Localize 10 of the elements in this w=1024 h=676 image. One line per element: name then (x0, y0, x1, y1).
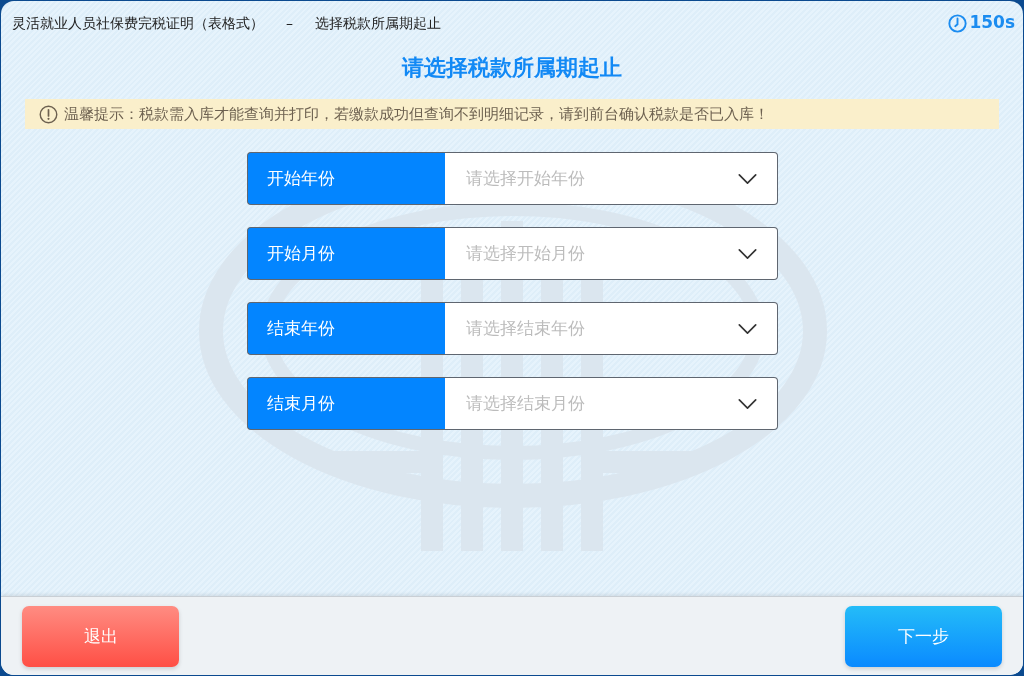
page-heading: 请选择税款所属期起止 (402, 53, 622, 82)
exclamation-circle-icon (39, 104, 58, 124)
page-subtitle: 选择税款所属期起止 (315, 13, 441, 33)
exit-button[interactable]: 退出 (22, 606, 179, 667)
countdown-timer: 150s (969, 11, 1015, 35)
notice-text: 温馨提示：税款需入库才能查询并打印，若缴款成功但查询不到明细记录，请到前台确认税款是否已入库！ (64, 103, 769, 125)
clock-icon (948, 13, 968, 33)
next-button[interactable]: 下一步 (845, 606, 1002, 667)
title-separator: – (286, 13, 293, 33)
page-title: 灵活就业人员社保费完税证明（表格式） (12, 13, 264, 33)
